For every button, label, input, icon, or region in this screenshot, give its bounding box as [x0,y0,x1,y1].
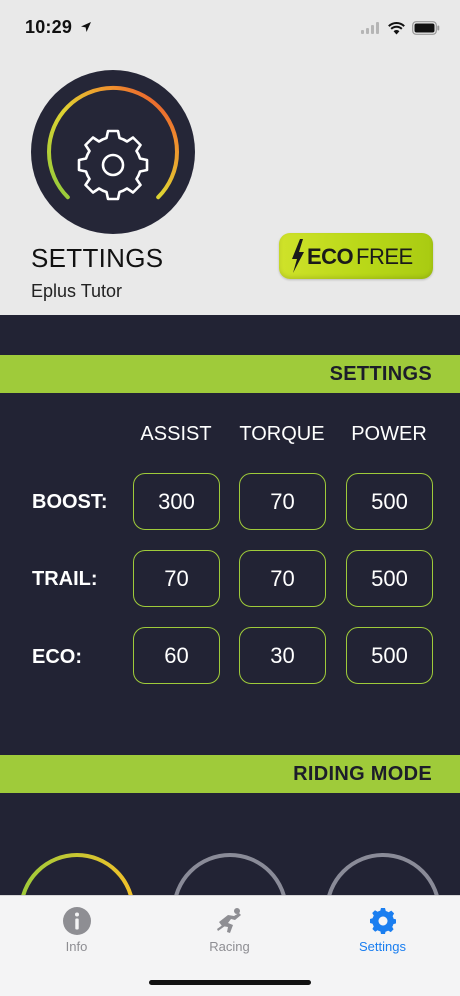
boost-power-field[interactable]: 500 [346,473,433,530]
settings-section-title: SETTINGS [329,363,432,385]
header: SETTINGS Eplus Tutor ECO FREE [0,56,460,315]
tab-label-racing: Racing [209,939,250,954]
tab-label-info: Info [65,939,88,954]
lightning-bolt-icon [292,239,304,273]
row-label-eco: ECO: [32,646,82,668]
row-label-trail: TRAIL: [32,568,98,590]
column-header-torque: TORQUE [239,423,325,445]
tab-label-settings: Settings [359,939,406,954]
status-time: 10:29 [25,17,73,37]
boost-torque-field[interactable]: 70 [239,473,326,530]
home-indicator [149,980,311,985]
info-icon [62,907,91,935]
column-header-assist: ASSIST [140,423,212,445]
boost-assist-field[interactable]: 300 [133,473,220,530]
row-label-boost: BOOST: [32,491,108,513]
column-header-power: POWER [351,423,427,445]
battery-icon [412,21,440,35]
eco-assist-field[interactable]: 60 [133,627,220,684]
rider-icon [216,908,241,933]
eco-badge-light-text: FREE [356,244,413,269]
tab-info[interactable]: Info [0,896,153,966]
location-arrow-icon [81,22,91,32]
status-indicators [361,20,440,36]
eco-torque-field[interactable]: 30 [239,627,326,684]
settings-content: SETTINGS ASSIST TORQUE POWER BOOST: 300 … [0,315,460,911]
settings-dial [31,70,195,234]
gear-icon [369,908,396,934]
page-title: SETTINGS [31,243,164,273]
signal-icon [361,22,379,34]
page-subtitle: Eplus Tutor [31,281,123,301]
trail-power-field[interactable]: 500 [346,550,433,607]
trail-torque-field[interactable]: 70 [239,550,326,607]
wifi-icon [388,21,405,34]
tab-racing[interactable]: Racing [153,896,306,966]
eco-free-badge[interactable]: ECO FREE [279,233,433,279]
settings-section-header: SETTINGS [0,355,460,393]
riding-mode-section-title: RIDING MODE [293,763,432,785]
status-bar: 10:29 [0,0,460,56]
eco-badge-strong-text: ECO [307,244,354,269]
eco-power-field[interactable]: 500 [346,627,433,684]
riding-mode-section-header: RIDING MODE [0,755,460,793]
tab-settings[interactable]: Settings [306,896,459,966]
trail-assist-field[interactable]: 70 [133,550,220,607]
